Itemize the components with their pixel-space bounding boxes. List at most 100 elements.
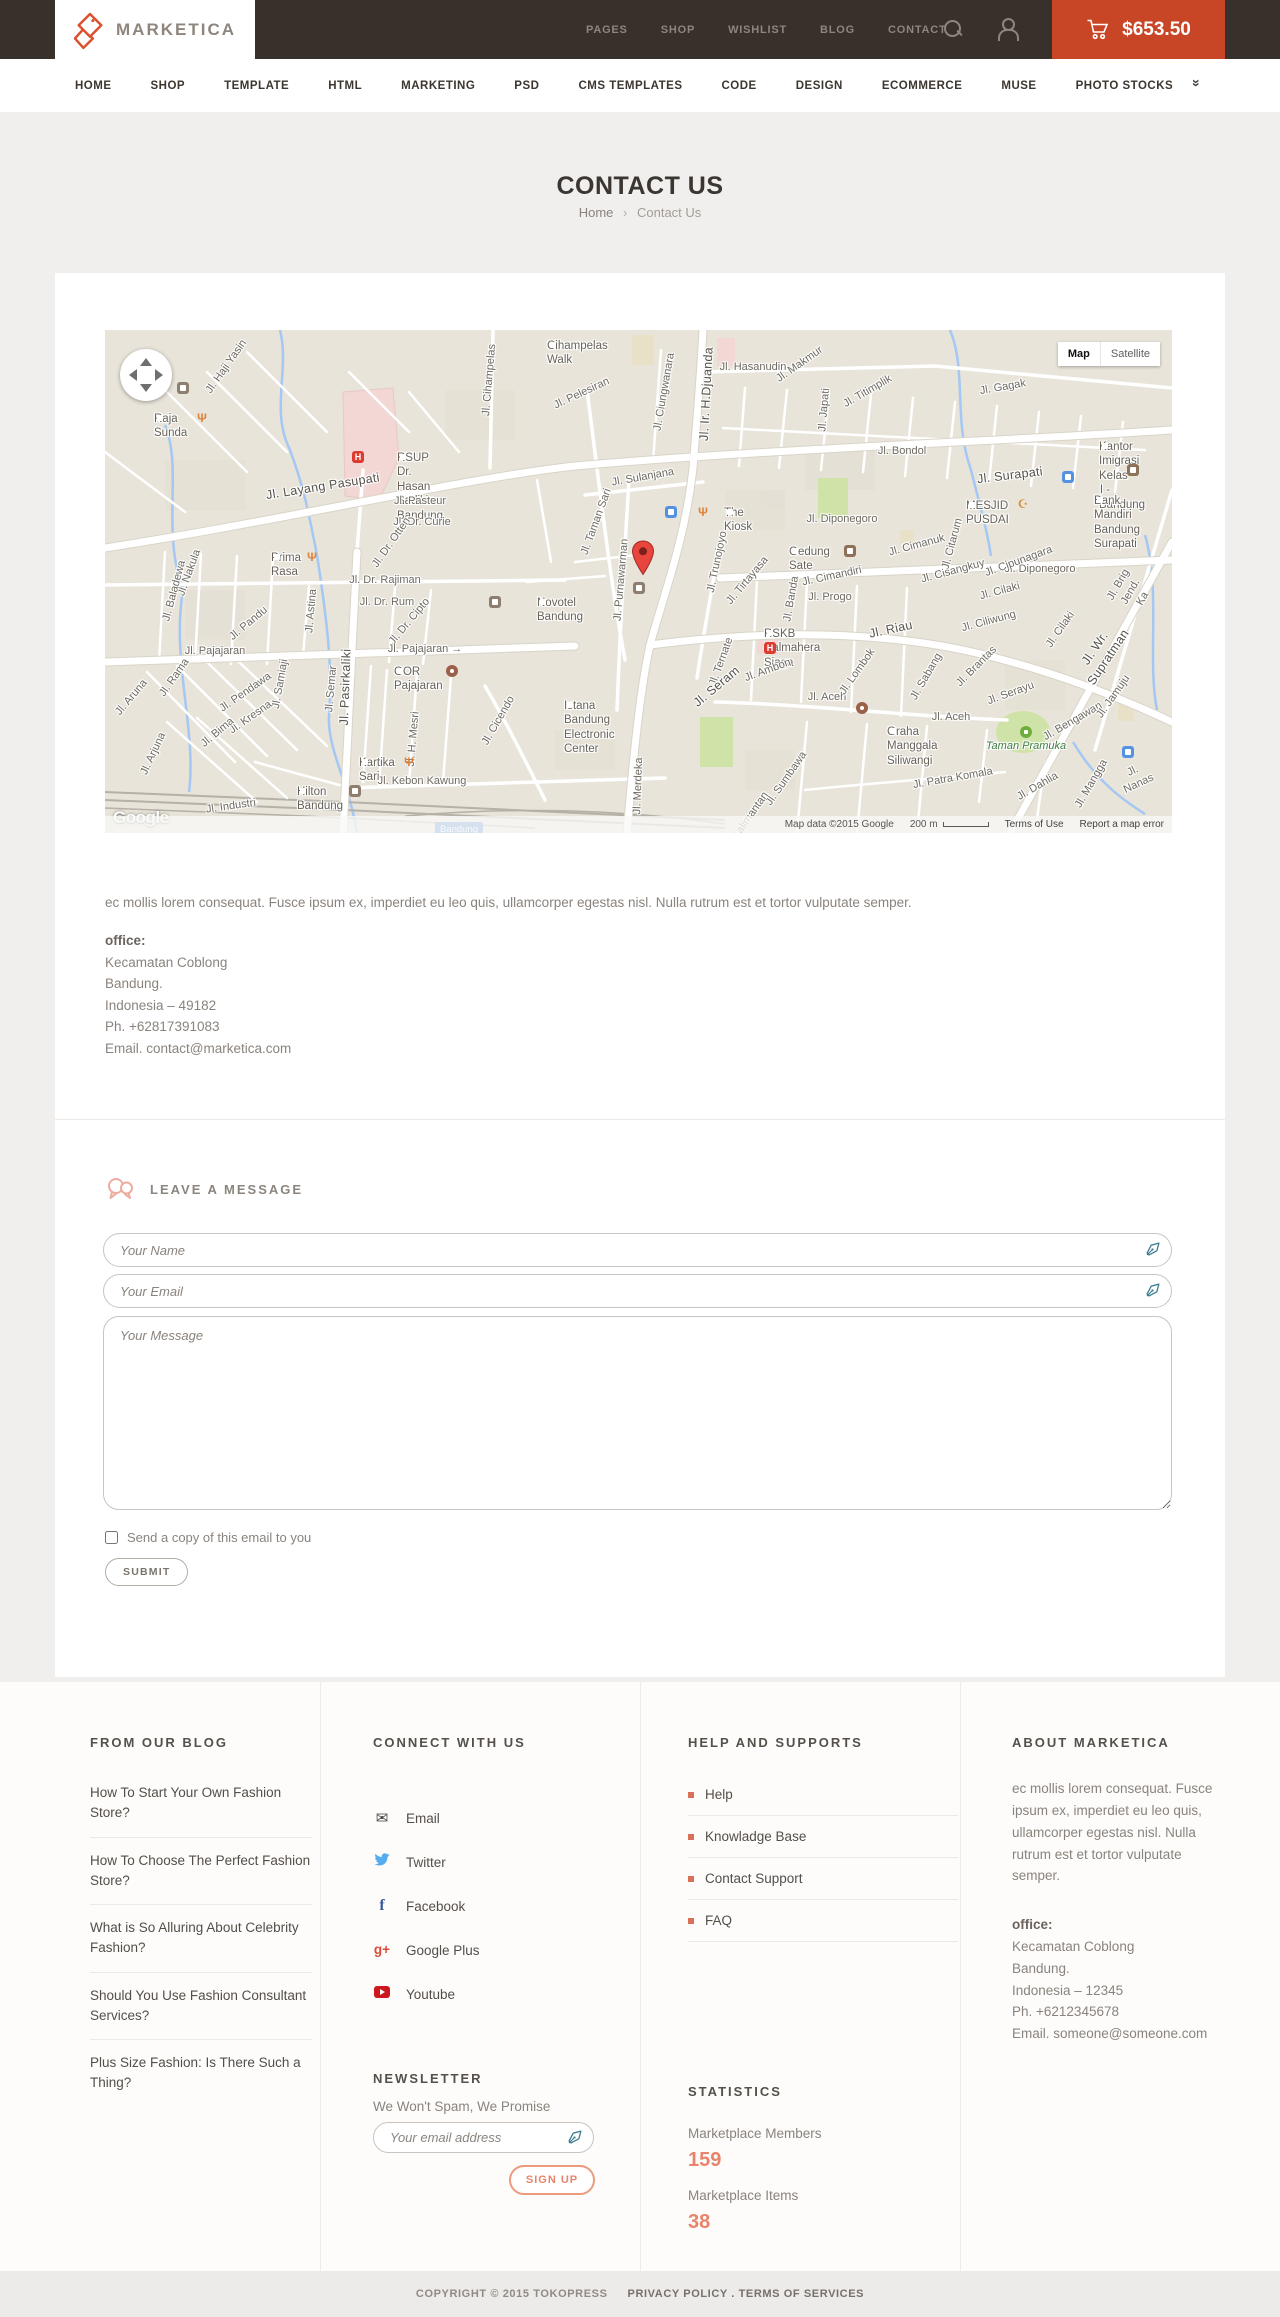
- header-nav-item[interactable]: BLOG: [820, 24, 855, 36]
- newsletter-email-input[interactable]: [373, 2122, 594, 2153]
- pan-down-arrow-icon[interactable]: [140, 384, 152, 392]
- tag-logo-icon: [74, 12, 103, 49]
- column-divider: [320, 1682, 321, 2271]
- about-office-line: Bandung.: [1012, 1960, 1070, 1976]
- office-line: Email. contact@marketica.com: [105, 1040, 292, 1056]
- map-poi-icon: [352, 451, 364, 463]
- search-icon[interactable]: [944, 20, 964, 40]
- statistics-list: Marketplace Members 159 Marketplace Item…: [688, 2126, 822, 2250]
- map-poi-icon: [1127, 464, 1139, 476]
- about-office: office: Kecamatan Coblong Bandung. Indones…: [1012, 1914, 1230, 2045]
- category-nav-item[interactable]: CODE: [722, 80, 757, 92]
- blog-link[interactable]: What is So Alluring About Celebrity Fash…: [90, 1905, 312, 1973]
- header-nav-item[interactable]: SHOP: [661, 24, 695, 36]
- header-nav: PAGES SHOP WISHLIST BLOG CONTACT: [586, 0, 947, 59]
- contact-intro: ec mollis lorem consequat. Fusce ipsum e…: [105, 895, 912, 910]
- blog-link[interactable]: Plus Size Fashion: Is There Such a Thing…: [90, 2040, 312, 2107]
- category-nav-item[interactable]: PHOTO STOCKS: [1076, 80, 1174, 92]
- about-office-line: Kecamatan Coblong: [1012, 1938, 1135, 1954]
- office-line: Kecamatan Coblong: [105, 954, 228, 970]
- chevron-down-icon[interactable]: »: [1189, 79, 1205, 87]
- social-link[interactable]: ✉ f g+ Google Plus: [373, 1928, 595, 1972]
- submit-button[interactable]: SUBMIT: [105, 1558, 189, 1586]
- office-label: office:: [105, 933, 146, 948]
- help-link[interactable]: Contact Support: [688, 1858, 958, 1900]
- report-error-link[interactable]: Report a map error: [1080, 819, 1164, 830]
- social-icon: ✉ f g+: [373, 1809, 391, 1828]
- office-line: Bandung.: [105, 976, 163, 991]
- social-link[interactable]: ✉ f g+ Email: [373, 1796, 595, 1840]
- map-scalebar: 200 m: [910, 819, 989, 830]
- pan-right-arrow-icon[interactable]: [155, 369, 163, 381]
- statistic-value: 159: [688, 2149, 722, 2171]
- pan-left-arrow-icon[interactable]: [129, 369, 137, 381]
- category-nav-item[interactable]: TEMPLATE: [224, 80, 289, 92]
- category-nav-item[interactable]: ECOMMERCE: [882, 80, 963, 92]
- map-poi-icon: [697, 506, 709, 518]
- name-input[interactable]: [103, 1233, 1172, 1267]
- map-type-map-button[interactable]: Map: [1057, 342, 1101, 366]
- header-nav-item[interactable]: WISHLIST: [728, 24, 787, 36]
- help-link[interactable]: Knowladge Base: [688, 1816, 958, 1858]
- youtube-icon: [374, 1986, 390, 1998]
- pan-up-arrow-icon[interactable]: [140, 358, 152, 366]
- facebook-icon: f: [379, 1897, 385, 1914]
- form-heading: LEAVE A MESSAGE: [105, 1176, 303, 1202]
- statistic-row: Marketplace Members 159: [688, 2126, 822, 2172]
- category-nav-item[interactable]: MARKETING: [401, 80, 475, 92]
- category-nav-item[interactable]: MUSE: [1001, 80, 1036, 92]
- map-poi-icon: [856, 702, 868, 714]
- category-nav-item[interactable]: SHOP: [151, 80, 186, 92]
- blog-link[interactable]: How To Choose The Perfect Fashion Store?: [90, 1838, 312, 1905]
- social-link[interactable]: ✉ f g+ Twitter: [373, 1840, 595, 1884]
- social-icon: ✉ f g+: [373, 1985, 391, 2003]
- user-icon[interactable]: [997, 18, 1019, 42]
- map-pan-control[interactable]: [120, 349, 172, 401]
- bullet-icon: [688, 1875, 694, 1882]
- map-poi-icon: [665, 506, 677, 518]
- category-nav-item[interactable]: HOME: [75, 80, 112, 92]
- help-link[interactable]: FAQ: [688, 1900, 958, 1942]
- header-nav-item[interactable]: CONTACT: [888, 24, 947, 36]
- blog-link[interactable]: Should You Use Fashion Consultant Servic…: [90, 1973, 312, 2040]
- office-info: office: Kecamatan Coblong Bandung. Indones…: [105, 930, 291, 1059]
- blog-link[interactable]: How To Start Your Own Fashion Store?: [90, 1770, 312, 1838]
- map-poi-icon: [1122, 746, 1134, 758]
- map-poi-icon: [489, 596, 501, 608]
- copyright-bar: COPYRIGHT © 2015 TOKOPRESS PRIVACY POLIC…: [0, 2271, 1280, 2317]
- statistic-label: Marketplace Members: [688, 2126, 822, 2141]
- map-type-satellite-button[interactable]: Satellite: [1100, 342, 1160, 366]
- logo[interactable]: MARKETICA: [55, 0, 255, 59]
- legal-links[interactable]: PRIVACY POLICY . TERMS OF SERVICES: [628, 2288, 865, 2300]
- chat-bubbles-icon: [108, 1178, 133, 1199]
- message-textarea[interactable]: [103, 1316, 1172, 1510]
- send-copy-checkbox[interactable]: [105, 1531, 118, 1544]
- terms-link[interactable]: Terms of Use: [1005, 819, 1064, 830]
- map-poi-icon: [764, 642, 776, 654]
- email-input[interactable]: [103, 1274, 1172, 1308]
- cart-button[interactable]: $653.50: [1052, 0, 1225, 59]
- cart-total: $653.50: [1122, 18, 1191, 40]
- send-copy-label: Send a copy of this email to you: [127, 1530, 312, 1545]
- map-marker-pin[interactable]: [631, 540, 655, 581]
- blog-heading: FROM OUR BLOG: [90, 1735, 228, 1750]
- social-link[interactable]: ✉ f g+ Facebook: [373, 1884, 595, 1928]
- header-nav-item[interactable]: PAGES: [586, 24, 628, 36]
- category-nav-item[interactable]: HTML: [328, 80, 362, 92]
- help-link[interactable]: Help: [688, 1774, 958, 1816]
- social-link[interactable]: ✉ f g+ Youtube: [373, 1972, 595, 2016]
- bullet-icon: [688, 1791, 694, 1798]
- office-line: Ph. +62817391083: [105, 1019, 220, 1034]
- about-office-line: Indonesia – 12345: [1012, 1982, 1124, 1998]
- google-map[interactable]: Cihampelas Walk Jl. Haji Yasin Jl. Makmur J…: [105, 330, 1172, 833]
- content-card: Cihampelas Walk Jl. Haji Yasin Jl. Makmur J…: [55, 273, 1225, 1677]
- category-nav-item[interactable]: DESIGN: [796, 80, 843, 92]
- signup-button[interactable]: SIGN UP: [509, 2165, 595, 2195]
- blog-list: How To Start Your Own Fashion Store? How …: [90, 1770, 312, 2107]
- category-nav-item[interactable]: PSD: [514, 80, 539, 92]
- category-nav-item[interactable]: CMS TEMPLATES: [578, 80, 682, 92]
- breadcrumb-home[interactable]: Home: [579, 205, 614, 220]
- breadcrumb-separator: ›: [623, 205, 628, 220]
- connect-heading: CONNECT WITH US: [373, 1735, 526, 1750]
- pen-icon: [1146, 1283, 1160, 1297]
